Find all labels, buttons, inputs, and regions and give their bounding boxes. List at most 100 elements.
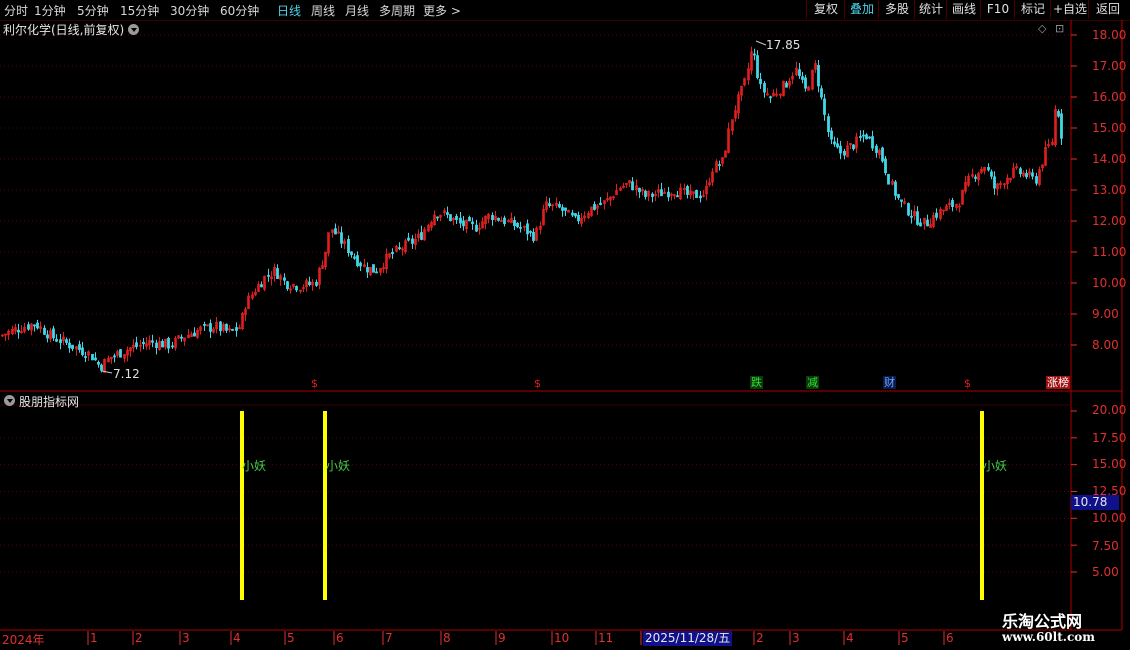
candle-body (839, 145, 842, 154)
date-label: 6 (946, 631, 954, 645)
candle-body (491, 214, 494, 220)
candle-body (36, 322, 39, 329)
candle-body (267, 274, 270, 277)
indicator-axis-label: 17.50 (1092, 431, 1127, 445)
date-label: 11 (598, 631, 614, 645)
candle-body (881, 147, 884, 162)
event-marker-top-list[interactable]: 涨榜 (1046, 376, 1070, 389)
candle-body (119, 349, 122, 358)
event-marker-drop[interactable]: 跌 (750, 376, 763, 389)
tab-weekly[interactable]: 周线 (311, 2, 335, 19)
candle-body (151, 340, 154, 343)
tab-fenshi[interactable]: 分时 (4, 2, 28, 19)
tab-daily[interactable]: 日线 (277, 2, 301, 19)
cursor-date-badge: 2025/11/28/五 (643, 631, 733, 646)
candle-body (46, 334, 49, 339)
event-marker-reduce[interactable]: 减 (806, 376, 819, 389)
candle-body (471, 221, 474, 224)
candle-body (459, 217, 462, 224)
indicator-axis-label: 10.00 (1092, 511, 1127, 525)
date-label: 4 (846, 631, 854, 645)
candle-body (503, 217, 506, 225)
candle-body (574, 213, 577, 217)
candle-body (593, 204, 596, 210)
candle-body (769, 96, 772, 99)
candle-body (884, 158, 887, 174)
candle-body (353, 256, 356, 259)
candle-body (497, 217, 500, 221)
candle-body (894, 181, 897, 196)
diamond-icon[interactable]: ◇ (1038, 22, 1046, 35)
f10-button[interactable]: F10 (980, 0, 1015, 19)
candle-body (276, 268, 279, 279)
date-label: 3 (182, 631, 190, 645)
candle-body (887, 173, 890, 185)
date-label: 2024年 (2, 633, 45, 647)
indicator-menu-icon[interactable] (4, 395, 15, 406)
mark-button[interactable]: 标记 (1014, 0, 1051, 19)
date-label: 2 (135, 631, 143, 645)
dividend-marker[interactable]: $ (534, 377, 541, 390)
candle-body (660, 189, 663, 197)
date-label: 3 (792, 631, 800, 645)
overlay-button[interactable]: 叠加 (844, 0, 879, 19)
date-label: 2 (756, 631, 764, 645)
candle-body (865, 134, 868, 140)
candle-body (1025, 173, 1028, 178)
candle-body (564, 207, 567, 211)
statistics-button[interactable]: 统计 (914, 0, 947, 19)
tab-15min[interactable]: 15分钟 (120, 2, 159, 19)
event-marker-finance[interactable]: 财 (883, 376, 896, 389)
tab-5min[interactable]: 5分钟 (77, 2, 109, 19)
date-label: 4 (233, 631, 241, 645)
candle-body (699, 195, 702, 199)
candle-body (411, 238, 414, 244)
tab-monthly[interactable]: 月线 (345, 2, 369, 19)
tab-60min[interactable]: 60分钟 (220, 2, 259, 19)
candle-body (59, 339, 62, 344)
tab-multi-period[interactable]: 多周期 (379, 2, 415, 19)
indicator-axis-label: 5.00 (1092, 565, 1119, 579)
candle-body (951, 200, 954, 207)
candle-body (155, 342, 158, 349)
chevron-down-icon[interactable] (128, 24, 139, 35)
candle-body (340, 232, 343, 244)
period-toolbar: 分时 1分钟 5分钟 15分钟 30分钟 60分钟 日线 周线 月线 多周期 更… (0, 0, 1130, 21)
dividend-marker[interactable]: $ (311, 377, 318, 390)
add-favorite-button[interactable]: +自选 (1050, 0, 1089, 19)
candle-body (283, 277, 286, 281)
candle-body (286, 281, 289, 290)
candle-body (167, 337, 170, 349)
chart-canvas[interactable] (0, 20, 1130, 650)
grid-lines (0, 34, 1071, 573)
candle-body (935, 212, 938, 218)
multi-stock-button[interactable]: 多股 (878, 0, 915, 19)
adjust-button[interactable]: 复权 (806, 0, 845, 19)
candle-body (68, 342, 71, 349)
settings-icon[interactable]: ⊡ (1055, 22, 1064, 35)
candle-body (55, 338, 58, 342)
stock-title: 利尔化学(日线,前复权) (3, 23, 125, 37)
back-button[interactable]: 返回 (1088, 0, 1127, 19)
candle-body (356, 255, 359, 267)
candle-body (599, 202, 602, 205)
tab-more[interactable]: 更多 > (423, 2, 461, 19)
candle-body (561, 207, 564, 211)
tab-30min[interactable]: 30分钟 (170, 2, 209, 19)
draw-line-button[interactable]: 画线 (946, 0, 981, 19)
candle-body (919, 222, 922, 227)
dividend-marker[interactable]: $ (964, 377, 971, 390)
candle-body (295, 285, 298, 291)
tab-1min[interactable]: 1分钟 (34, 2, 66, 19)
candlestick-series (1, 46, 1063, 373)
date-label: 1 (90, 631, 98, 645)
candle-body (1019, 168, 1022, 175)
candle-body (225, 323, 228, 331)
date-label: 7 (385, 631, 393, 645)
candle-body (81, 347, 84, 356)
candle-body (462, 220, 465, 227)
candle-body (235, 327, 238, 331)
candle-body (359, 262, 362, 267)
price-label: 10.00 (1092, 276, 1127, 290)
candle-body (407, 237, 410, 241)
